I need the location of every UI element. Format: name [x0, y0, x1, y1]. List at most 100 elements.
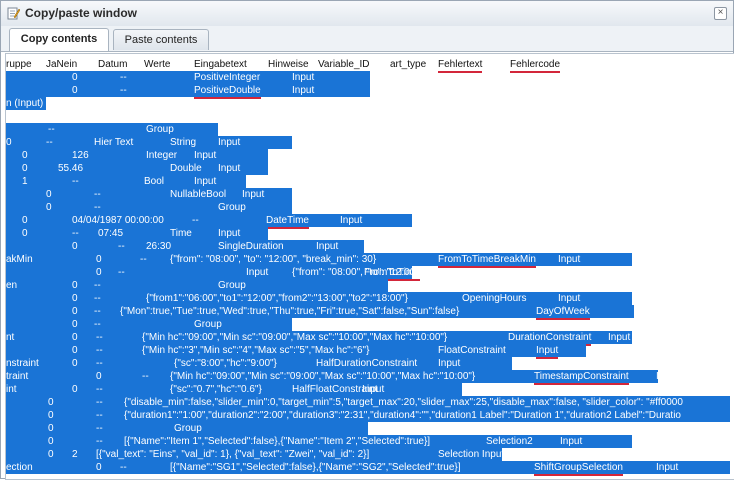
cell-text: Group: [218, 280, 246, 291]
close-button[interactable]: ×: [714, 7, 727, 20]
cell-text: Input: [218, 228, 241, 239]
column-header: art_type: [390, 59, 427, 70]
tab-label: Paste contents: [124, 34, 198, 46]
cell-text: 0: [22, 163, 28, 174]
cell-text: --: [96, 384, 103, 395]
cell-text: --: [120, 72, 127, 83]
text-line: traint 0 -- {"Min hc":"09:00","Min sc":"09:…: [6, 370, 678, 385]
text-line: 0 -- Hier Text String Input: [6, 136, 292, 151]
cell-text: Input: [608, 332, 631, 343]
text-line: 0 -- 07:45 Time Input: [6, 227, 268, 240]
cell-text: 55.46: [58, 163, 84, 174]
copy-paste-window: Copy/paste window × Copy contents Paste …: [0, 0, 734, 480]
cell-text: --: [120, 462, 127, 473]
text-line: 0 04/04/1987 00:00:00 -- DateTime Input: [6, 214, 412, 229]
tab-bar: Copy contents Paste contents: [1, 26, 733, 52]
cell-text: [{"val_text": "Eins", "val_id": 1}, {"va…: [96, 449, 370, 460]
cell-text: 0: [22, 215, 28, 226]
copy-text-area[interactable]: ruppe JaNein Datum Werte Eingabetext Hinweise…: [5, 53, 734, 480]
cell-text: ShiftGroupSelection: [534, 461, 623, 476]
cell-text: 0: [96, 462, 102, 473]
cell-text: 0: [72, 241, 78, 252]
text-line: 0 55.46 Double Input: [6, 162, 268, 175]
cell-text: --: [140, 254, 147, 265]
cell-text: {"sc":"8:00","hc":"9:00"}: [174, 358, 277, 369]
cell-text: Input: [246, 267, 269, 278]
text-line: ection 0 -- [{"Name":"SG1","Selected":false…: [6, 461, 730, 476]
column-header: ruppe: [6, 59, 32, 70]
window-title: Copy/paste window: [25, 6, 138, 20]
cell-text: {"Min hc":"09:00","Min sc":"09:00","Max …: [170, 371, 476, 382]
cell-text: TimestampConstraint: [534, 370, 629, 385]
cell-text: 0: [22, 228, 28, 239]
cell-text: int: [6, 384, 17, 395]
cell-text: --: [118, 267, 125, 278]
cell-text: DateTime: [266, 214, 309, 229]
cell-text: --: [96, 410, 103, 421]
cell-text: FloatConstraint: [438, 345, 506, 356]
cell-text: 0: [46, 202, 52, 213]
cell-text: --: [46, 137, 53, 148]
cell-text: Input: [438, 358, 461, 369]
cell-text: --: [142, 371, 149, 382]
cell-text: HalfDurationConstraint: [316, 358, 418, 369]
tab-copy-contents[interactable]: Copy contents: [9, 28, 109, 51]
column-header: JaNein: [46, 59, 78, 70]
cell-text: 0: [72, 345, 78, 356]
cell-text: 0: [48, 449, 54, 460]
tab-paste-contents[interactable]: Paste contents: [113, 29, 209, 50]
text-line: 0 -- {"disable_min":false,"slider_min":0,"…: [6, 396, 730, 409]
close-icon: ×: [717, 7, 724, 18]
cell-text: 26:30: [146, 241, 172, 252]
tab-label: Copy contents: [20, 33, 98, 45]
text-line: 0 -- {"Min hc":"3","Min sc":"4","Max sc":"…: [6, 344, 586, 359]
cell-text: 0: [72, 72, 78, 83]
header-row: ruppe JaNein Datum Werte Eingabetext Hinweise…: [6, 58, 566, 73]
cell-text: Input: [634, 306, 657, 317]
cell-text: --: [96, 332, 103, 343]
text-line: 0 2 [{"val_text": "Eins", "val_id": 1}, {"…: [6, 448, 504, 461]
cell-text: traint: [6, 371, 29, 382]
text-line: 0 -- {"from1":"06:00","to1":"12:00","from2…: [6, 292, 632, 307]
cell-text: Input: [656, 371, 679, 382]
cell-text: Input: [362, 384, 385, 395]
cell-text: {"from": "08:00", "to": "12:00", "break_…: [170, 254, 377, 265]
cell-text: {"duration1":"1:00","duration2":"2:00","…: [124, 410, 681, 421]
cell-text: {"from1":"06:00","to1":"12:00","from2":"…: [146, 293, 408, 304]
cell-text: --: [96, 436, 103, 447]
cell-text: Group: [218, 202, 246, 213]
cell-text: 0: [96, 254, 102, 265]
text-line: nt 0 -- {"Min hc":"09:00","Min sc":"09:00",…: [6, 331, 632, 346]
cell-text: Group: [194, 319, 222, 330]
cell-text: Integer: [146, 150, 178, 161]
cell-text: --: [94, 189, 101, 200]
cell-text: Input: [316, 241, 339, 252]
cell-text: Input: [218, 163, 241, 174]
cell-text: 0: [72, 319, 78, 330]
cell-text: Input: [340, 215, 363, 226]
cell-text: Input: [536, 344, 559, 359]
column-header: Fehlercode: [510, 58, 561, 73]
cell-text: 0: [72, 358, 78, 369]
cell-text: 0: [72, 293, 78, 304]
cell-text: Selection2: [486, 436, 533, 447]
notepad-pencil-icon: [7, 7, 20, 20]
cell-text: Time: [170, 228, 192, 239]
cell-text: Input: [558, 293, 581, 304]
cell-text: --: [192, 215, 199, 226]
cell-text: 0: [48, 436, 54, 447]
cell-text: --: [96, 423, 103, 434]
cell-text: --: [94, 306, 101, 317]
text-line: en 0 -- Group: [6, 279, 388, 292]
cell-text: String: [170, 137, 197, 148]
cell-text: DayOfWeek: [536, 305, 590, 320]
cell-text: Input: [194, 176, 217, 187]
cell-text: 126: [72, 150, 89, 161]
text-line: 0 -- {"Mon":true,"Tue":true,"Wed":true,"Th…: [6, 305, 656, 320]
cell-text: 07:45: [98, 228, 124, 239]
text-line: 0 -- {"duration1":"1:00","duration2":"2:00…: [6, 409, 730, 422]
cell-text: Input: [558, 254, 581, 265]
cell-text: --: [94, 202, 101, 213]
cell-text: --: [48, 124, 55, 135]
cell-text: --: [94, 293, 101, 304]
